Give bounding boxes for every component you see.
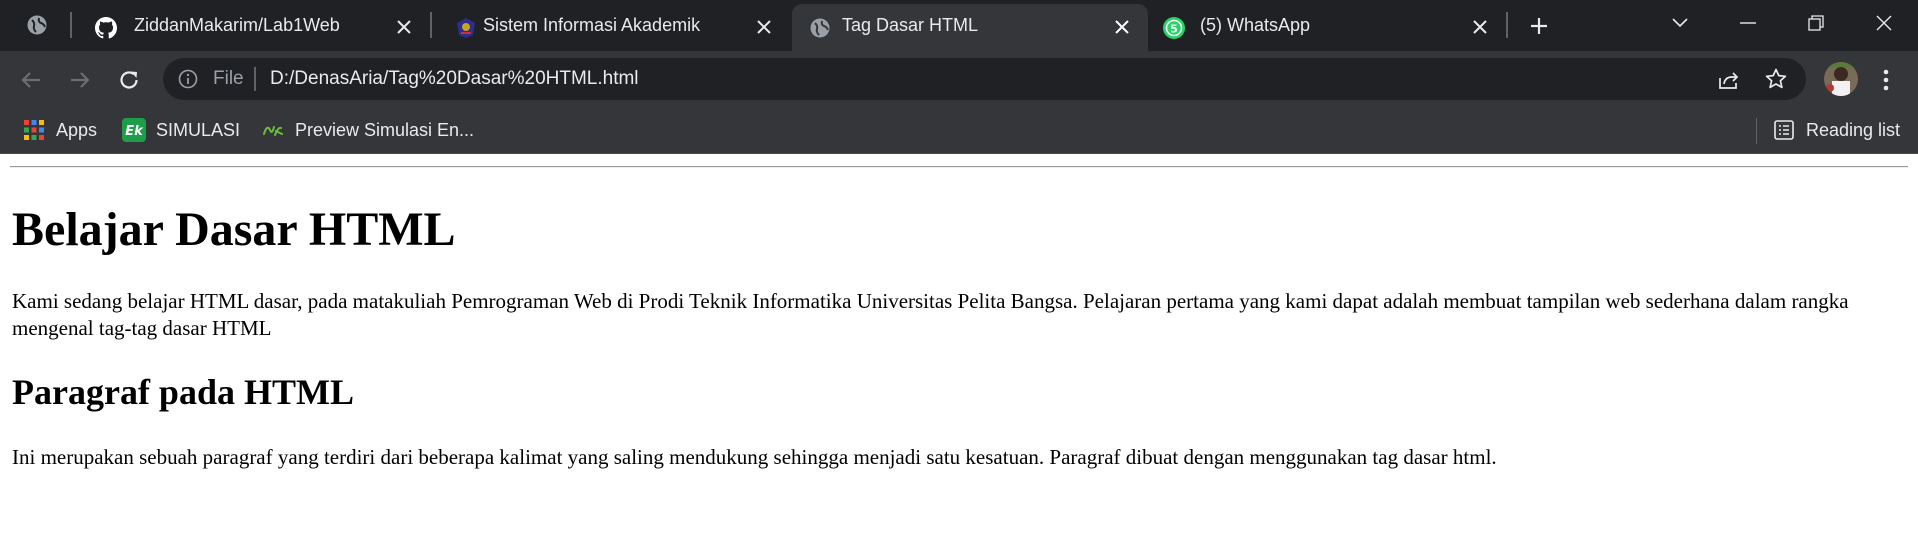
url-text[interactable]: D:/DenasAria/Tag%20Dasar%20HTML.html [270, 68, 639, 90]
page-heading: Belajar Dasar HTML [12, 203, 456, 256]
close-tab-icon[interactable] [1108, 13, 1136, 41]
reload-icon[interactable] [112, 63, 146, 97]
restore-icon[interactable] [1796, 6, 1836, 40]
back-icon[interactable] [14, 63, 48, 97]
intro-paragraph: Kami sedang belajar HTML dasar, pada mat… [12, 289, 1849, 340]
tab-siakad[interactable]: Sistem Informasi Akademik [432, 4, 790, 51]
more-menu-icon[interactable] [1872, 65, 1900, 95]
close-tab-icon[interactable] [390, 13, 418, 41]
ek-logo-icon: Ek [122, 118, 146, 142]
tab-search-dropdown-icon[interactable] [1660, 6, 1700, 40]
file-scheme-label: File [213, 68, 244, 89]
close-tab-icon[interactable] [750, 13, 778, 41]
bookmark-apps[interactable]: Apps [22, 115, 97, 145]
tab-tag-dasar-html[interactable]: Tag Dasar HTML [792, 4, 1148, 51]
tab-title: ZiddanMakarim/Lab1Web [134, 15, 340, 35]
tab-title: Tag Dasar HTML [842, 15, 979, 35]
close-tab-icon[interactable] [1466, 13, 1494, 41]
globe-icon [808, 16, 832, 40]
close-window-icon[interactable] [1864, 6, 1904, 40]
tab-github[interactable]: ZiddanMakarim/Lab1Web [72, 4, 430, 51]
address-bar[interactable]: File D:/DenasAria/Tag%20Dasar%20HTML.htm… [163, 58, 1806, 100]
apps-grid-icon [22, 118, 46, 142]
section-paragraph: Ini merupakan sebuah paragraf yang terdi… [12, 445, 1497, 469]
new-tab-icon[interactable] [1524, 12, 1554, 40]
site-info-icon[interactable] [177, 68, 199, 90]
tab-strip: ZiddanMakarim/Lab1Web Sistem Informasi A… [0, 0, 1918, 51]
profile-avatar[interactable] [1824, 62, 1858, 96]
bookmark-label: Apps [56, 119, 98, 140]
bookmark-star-icon[interactable] [1763, 66, 1789, 92]
bookmarks-separator [1756, 118, 1757, 144]
reading-list-label: Reading list [1806, 119, 1901, 140]
reading-list-icon [1772, 118, 1796, 142]
bookmark-simulasi[interactable]: Ek SIMULASI [122, 115, 240, 145]
svg-text:Ek: Ek [125, 124, 144, 139]
tab-search-icon[interactable] [24, 12, 50, 38]
bookmark-label: SIMULASI [156, 119, 241, 140]
horizontal-rule [10, 166, 1908, 168]
bookmark-preview-simulasi[interactable]: Preview Simulasi En... [261, 115, 474, 145]
forward-icon[interactable] [63, 63, 97, 97]
page-content: Belajar Dasar HTML Kami sedang belajar H… [0, 154, 1918, 535]
minimize-icon[interactable] [1728, 6, 1768, 40]
bookmarks-bar: Apps Ek SIMULASI Preview Simulasi En... … [0, 108, 1918, 154]
tab-whatsapp[interactable]: 5 (5) WhatsApp [1150, 4, 1506, 51]
address-divider [254, 67, 256, 91]
tab-title: (5) WhatsApp [1200, 15, 1311, 35]
browser-toolbar: File D:/DenasAria/Tag%20Dasar%20HTML.htm… [0, 51, 1918, 108]
ek-script-icon [261, 118, 285, 142]
reading-list-button[interactable]: Reading list [1772, 115, 1900, 145]
university-logo-icon [454, 16, 478, 40]
bookmark-label: Preview Simulasi En... [295, 119, 475, 140]
whatsapp-icon: 5 [1162, 16, 1186, 40]
github-icon [94, 16, 118, 40]
section-heading: Paragraf pada HTML [12, 372, 354, 412]
share-icon[interactable] [1715, 67, 1741, 93]
tab-separator [1506, 12, 1508, 38]
tab-title: Sistem Informasi Akademik [483, 15, 701, 35]
svg-text:5: 5 [1170, 23, 1178, 36]
